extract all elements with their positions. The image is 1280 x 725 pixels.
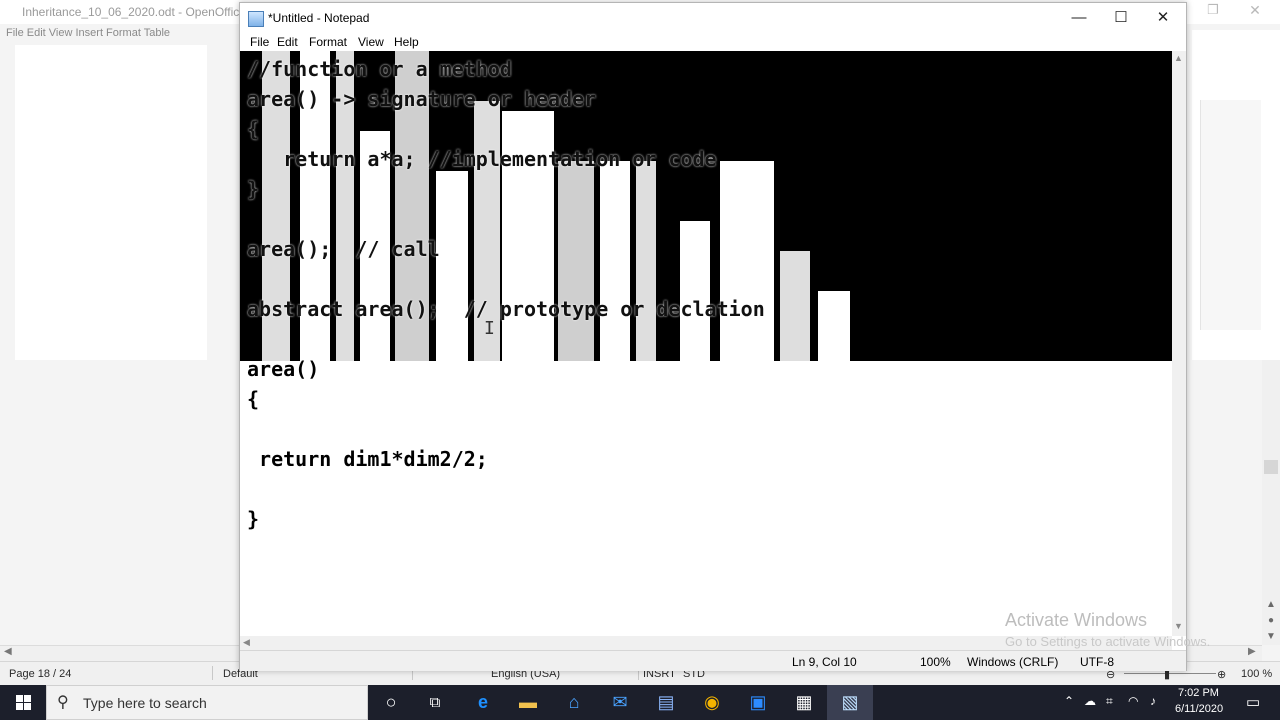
zoom-level: 100% xyxy=(920,655,951,669)
artifact-stripe xyxy=(818,291,850,361)
navigator-icon[interactable]: ● xyxy=(1263,614,1279,628)
notepad-taskbar-icon[interactable]: ▧ xyxy=(827,685,873,720)
clock-time[interactable]: 7:02 PM xyxy=(1178,687,1219,699)
sidebar-panel xyxy=(1200,100,1261,330)
artifact-stripe xyxy=(720,161,774,361)
code-line-5: } xyxy=(247,177,260,201)
openoffice-title: Inheritance_10_06_2020.odt - OpenOffice … xyxy=(22,5,261,19)
search-placeholder: Type here to search xyxy=(83,695,207,711)
zoom-in-icon[interactable]: ⊕ xyxy=(1217,668,1226,681)
cursor-position: Ln 9, Col 10 xyxy=(792,655,857,669)
file-explorer-icon[interactable]: ▬ xyxy=(505,685,551,720)
network-icon[interactable]: ⌗ xyxy=(1106,694,1113,709)
document-page-left xyxy=(15,45,207,360)
artifact-stripe xyxy=(636,161,656,361)
openoffice-icon[interactable]: ▤ xyxy=(643,685,689,720)
openoffice-menubar: File Edit View Insert Format Table xyxy=(0,24,240,44)
code-line-14: return dim1*dim2/2; xyxy=(247,447,488,471)
minimize-button[interactable]: — xyxy=(1056,3,1102,33)
page-indicator: Page 18 / 24 xyxy=(9,668,72,680)
close-icon[interactable]: ✕ xyxy=(1240,2,1270,20)
scroll-thumb[interactable] xyxy=(1264,460,1278,474)
scroll-left-icon[interactable]: ◀ xyxy=(243,637,250,648)
code-line-11: area() xyxy=(247,357,320,381)
volume-icon[interactable]: ♪ xyxy=(1150,694,1156,708)
divider xyxy=(212,666,213,680)
cortana-icon[interactable]: ○ xyxy=(368,685,414,720)
clock-date[interactable]: 6/11/2020 xyxy=(1175,703,1223,715)
activation-watermark-subtitle: Go to Settings to activate Windows. xyxy=(1005,634,1211,649)
chrome-icon[interactable]: ◉ xyxy=(689,685,735,720)
window-title: *Untitled - Notepad xyxy=(268,11,370,25)
menu-format[interactable]: Format xyxy=(309,35,347,49)
code-line-7: area(); // call xyxy=(247,237,440,261)
artifact-stripe xyxy=(780,251,810,361)
notepad-icon xyxy=(248,11,264,27)
artifact-stripe xyxy=(558,161,594,361)
code-line-2: area() -> signature or header xyxy=(247,87,597,111)
chevron-up-icon[interactable]: ⌃ xyxy=(1064,694,1074,708)
menu-edit[interactable]: Edit xyxy=(277,35,298,49)
scroll-up-icon[interactable]: ▲ xyxy=(1263,598,1279,612)
store-icon[interactable]: ⌂ xyxy=(551,685,597,720)
encoding: UTF-8 xyxy=(1080,655,1114,669)
task-view-icon[interactable]: ⧉ xyxy=(412,685,458,720)
scroll-down-icon[interactable]: ▼ xyxy=(1174,621,1183,631)
code-line-3: { xyxy=(247,117,260,141)
search-input[interactable]: ⚲ Type here to search xyxy=(46,685,368,720)
code-line-12: { xyxy=(247,387,260,411)
notepad-statusbar: Ln 9, Col 10 100% Windows (CRLF) UTF-8 xyxy=(240,650,1186,671)
restore-icon[interactable]: ❐ xyxy=(1203,2,1223,20)
zoom-level: 100 % xyxy=(1241,668,1273,680)
artifact-stripe xyxy=(600,161,630,361)
notepad-menubar: File Edit Format View Help xyxy=(240,33,1186,51)
artifact-stripe xyxy=(436,171,468,361)
code-line-1: //function or a method xyxy=(247,57,512,81)
notifications-icon[interactable]: ▭ xyxy=(1246,693,1260,711)
mail-icon[interactable]: ✉ xyxy=(597,685,643,720)
notepad-vertical-scrollbar[interactable]: ▲ ▼ xyxy=(1172,51,1186,636)
menu-view[interactable]: View xyxy=(358,35,384,49)
activation-watermark-title: Activate Windows xyxy=(1005,610,1148,630)
search-icon: ⚲ xyxy=(57,694,69,711)
zoom-icon[interactable]: ▣ xyxy=(735,685,781,720)
line-ending: Windows (CRLF) xyxy=(967,655,1059,669)
wifi-icon[interactable]: ◠ xyxy=(1128,694,1138,708)
text-cursor-icon: I xyxy=(484,318,495,339)
edge-icon[interactable]: e xyxy=(460,685,506,720)
openoffice-menu-fragment[interactable]: File Edit View Insert Format Table xyxy=(6,27,170,39)
scroll-up-icon[interactable]: ▲ xyxy=(1174,53,1183,63)
text-editor[interactable]: //function or a method area() -> signatu… xyxy=(240,51,1172,636)
code-line-16: } xyxy=(247,507,260,531)
notepad-window: *Untitled - Notepad — ☐ ✕ File Edit Form… xyxy=(239,2,1187,671)
menu-help[interactable]: Help xyxy=(394,35,419,49)
artifact-stripe xyxy=(680,221,710,361)
menu-file[interactable]: File xyxy=(250,35,269,49)
scroll-down-icon[interactable]: ▼ xyxy=(1263,630,1279,644)
notepad-titlebar[interactable]: *Untitled - Notepad — ☐ ✕ xyxy=(240,3,1186,33)
writer-icon[interactable]: ▦ xyxy=(781,685,827,720)
close-button[interactable]: ✕ xyxy=(1140,3,1186,33)
scroll-left-icon[interactable]: ◀ xyxy=(4,646,12,657)
start-button[interactable] xyxy=(0,685,46,720)
scroll-right-icon[interactable]: ▶ xyxy=(1248,646,1256,657)
system-tray: ⌃ ☁ ⌗ ◠ ♪ 7:02 PM 6/11/2020 ▭ xyxy=(1060,685,1280,720)
maximize-button[interactable]: ☐ xyxy=(1098,3,1144,33)
windows-logo-icon xyxy=(16,695,31,710)
code-line-4: return a*a; //implementation or code xyxy=(247,147,717,171)
code-line-9: abstract area(); // prototype or declati… xyxy=(247,297,765,321)
taskbar: ⚲ Type here to search ○ ⧉ e ▬ ⌂ ✉ ▤ ◉ ▣ … xyxy=(0,685,1280,720)
cloud-icon[interactable]: ☁ xyxy=(1084,694,1096,708)
